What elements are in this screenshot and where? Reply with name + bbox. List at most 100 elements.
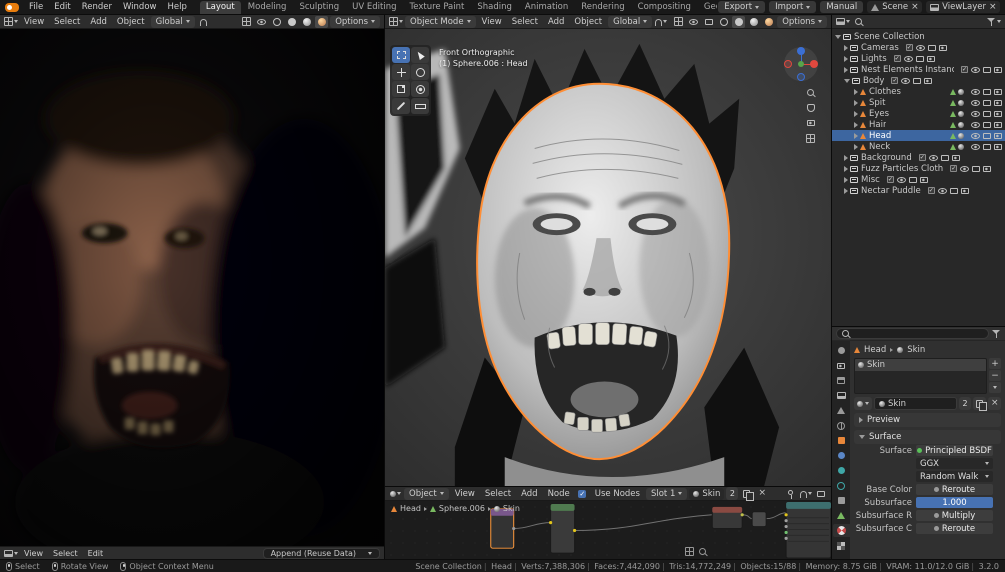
slot-dropdown[interactable]: Slot 1 <box>646 488 687 500</box>
expand-icon[interactable] <box>844 56 848 62</box>
shading-material-icon[interactable] <box>300 16 313 28</box>
outliner-row-background[interactable]: Background <box>832 152 1005 163</box>
disable-render-icon[interactable] <box>994 89 1002 95</box>
tab-view-layer[interactable] <box>833 389 850 402</box>
menu-select[interactable]: Select <box>481 489 515 499</box>
shading-rendered-icon[interactable] <box>315 16 328 28</box>
outliner-row-scene-collection[interactable]: Scene Collection <box>832 31 1005 42</box>
disable-viewport-icon[interactable] <box>983 100 991 106</box>
blender-logo-icon[interactable] <box>5 3 19 12</box>
search-icon[interactable] <box>852 16 865 28</box>
workspace-tab-uv-editing[interactable]: UV Editing <box>346 1 402 14</box>
menu-select[interactable]: Select <box>508 17 542 27</box>
disable-viewport-icon[interactable] <box>983 67 991 73</box>
outliner-row-body[interactable]: Body <box>832 75 1005 86</box>
viewport-3d[interactable]: Front Orthographic (1) Sphere.006 : Head <box>385 29 831 486</box>
tab-world[interactable] <box>833 419 850 432</box>
exclude-checkbox-icon[interactable] <box>961 66 968 73</box>
outliner-row-lights[interactable]: Lights <box>832 53 1005 64</box>
snap-magnet-icon[interactable] <box>197 16 210 28</box>
disable-render-icon[interactable] <box>924 78 932 84</box>
exclude-checkbox-icon[interactable] <box>919 154 926 161</box>
browse-material-button[interactable] <box>854 397 872 410</box>
disable-render-icon[interactable] <box>994 144 1002 150</box>
pan-hand-icon[interactable] <box>807 104 815 112</box>
tool-transform[interactable] <box>411 81 429 97</box>
xray-toggle-icon[interactable] <box>702 16 715 28</box>
overlays-toggle-icon[interactable] <box>687 16 700 28</box>
options-dropdown[interactable]: Options <box>777 16 827 28</box>
material-name-field[interactable]: Skin <box>874 397 957 410</box>
overlays-toggle-icon[interactable] <box>814 488 827 500</box>
material-users-count[interactable]: 2 <box>726 487 738 500</box>
disable-viewport-icon[interactable] <box>983 122 991 128</box>
editor-type-icon[interactable] <box>389 488 402 500</box>
tool-annotate[interactable] <box>392 98 410 114</box>
unlink-material-icon[interactable] <box>755 488 768 500</box>
disable-viewport-icon[interactable] <box>928 45 936 51</box>
tab-texture[interactable] <box>833 539 850 552</box>
breadcrumb-material[interactable]: Skin <box>907 345 925 355</box>
disable-viewport-icon[interactable] <box>983 89 991 95</box>
outliner-row-hair[interactable]: Hair <box>832 119 1005 130</box>
menu-object[interactable]: Object <box>570 17 606 27</box>
overlays-toggle-icon[interactable] <box>255 16 268 28</box>
shading-material-icon[interactable] <box>747 16 760 28</box>
disable-viewport-icon[interactable] <box>972 166 980 172</box>
tab-tool[interactable] <box>833 344 850 357</box>
shading-rendered-icon[interactable] <box>762 16 775 28</box>
surface-panel-header[interactable]: Surface <box>854 430 1001 444</box>
tool-select-box[interactable] <box>392 47 410 63</box>
transform-orientation-dropdown[interactable]: Global <box>151 16 195 28</box>
mode-dropdown[interactable]: Object Mode <box>405 16 476 28</box>
outliner-row-neck[interactable]: Neck <box>832 141 1005 152</box>
disable-render-icon[interactable] <box>994 111 1002 117</box>
menu-add[interactable]: Add <box>544 17 568 27</box>
disable-render-icon[interactable] <box>927 56 935 62</box>
shader-type-dropdown[interactable]: Object <box>404 488 449 500</box>
exclude-checkbox-icon[interactable] <box>950 165 957 172</box>
workspace-tab-texture-paint[interactable]: Texture Paint <box>404 1 471 14</box>
expand-icon[interactable] <box>844 177 848 183</box>
expand-icon[interactable] <box>854 122 858 128</box>
gizmos-toggle-icon[interactable] <box>672 16 685 28</box>
material-slot-list[interactable]: Skin <box>854 358 987 394</box>
scene-selector[interactable]: Scene <box>867 1 922 13</box>
unlink-material-button[interactable] <box>988 397 1001 410</box>
subsurface-slider[interactable]: 1.000 <box>916 497 993 508</box>
hide-icon[interactable] <box>971 111 980 117</box>
grid-icon[interactable] <box>685 547 694 556</box>
gizmos-toggle-icon[interactable] <box>240 16 253 28</box>
outliner-row-eyes[interactable]: Eyes <box>832 108 1005 119</box>
menu-select[interactable]: Select <box>49 549 82 558</box>
subsurface-color-input-button[interactable]: Reroute <box>916 523 993 534</box>
tool-move[interactable] <box>392 64 410 80</box>
workspace-tab-animation[interactable]: Animation <box>519 1 574 14</box>
breadcrumb-object[interactable]: Head <box>864 345 886 355</box>
expand-icon[interactable] <box>844 188 848 194</box>
menu-edit[interactable]: Edit <box>49 2 75 12</box>
tab-particles[interactable] <box>833 464 850 477</box>
editor-type-icon[interactable] <box>4 547 18 559</box>
disable-viewport-icon[interactable] <box>983 133 991 139</box>
tab-object[interactable] <box>833 434 850 447</box>
view-navigation-gizmo[interactable] <box>784 47 818 81</box>
expand-icon[interactable] <box>854 144 858 150</box>
exclude-checkbox-icon[interactable] <box>928 187 935 194</box>
tab-constraints[interactable] <box>833 494 850 507</box>
last-operator-panel[interactable]: Append (Reuse Data) <box>263 548 380 559</box>
collapse-icon[interactable] <box>835 35 841 39</box>
expand-icon[interactable] <box>844 155 848 161</box>
expand-icon[interactable] <box>854 111 858 117</box>
outliner-row-fuzz-particles-cloth[interactable]: Fuzz Particles Cloth <box>832 163 1005 174</box>
menu-view[interactable]: View <box>20 549 47 558</box>
ortho-toggle-icon[interactable] <box>806 134 815 143</box>
base-color-input-button[interactable]: Reroute <box>916 484 993 495</box>
hide-icon[interactable] <box>916 45 925 51</box>
disable-viewport-icon[interactable] <box>983 111 991 117</box>
disable-viewport-icon[interactable] <box>909 177 917 183</box>
subsurface-method-dropdown[interactable]: Random Walk <box>916 471 993 482</box>
outliner-row-nectar-puddle[interactable]: Nectar Puddle <box>832 185 1005 196</box>
menu-select[interactable]: Select <box>50 17 84 27</box>
tool-measure[interactable] <box>411 98 429 114</box>
